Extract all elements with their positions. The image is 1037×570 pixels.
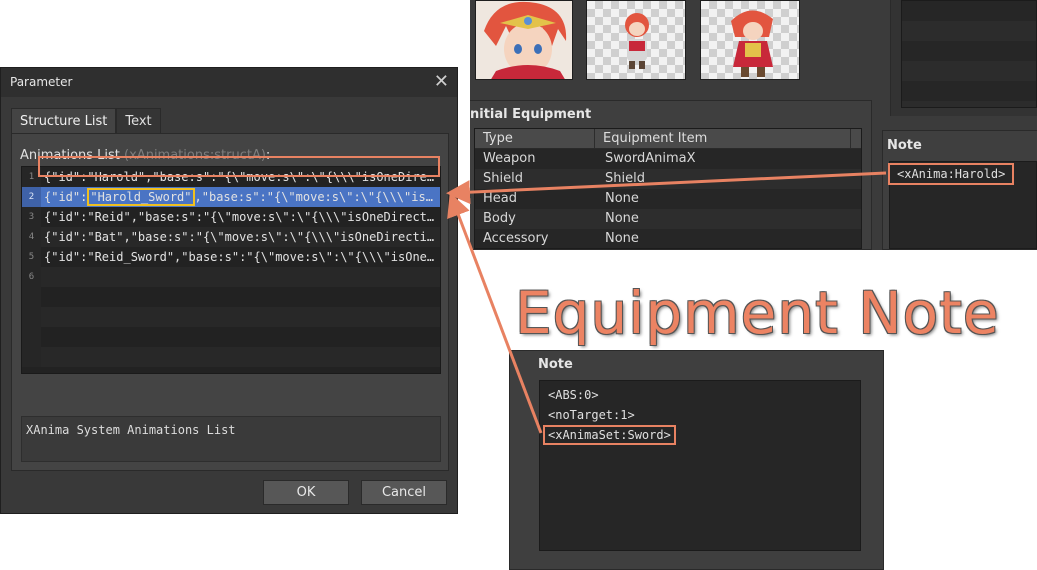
traits-list <box>890 0 1037 116</box>
code-line[interactable]: 1 {"id":"Harold","base:s":"{\"move:s\":\"… <box>22 167 440 187</box>
line-number: 4 <box>22 227 41 247</box>
code-line[interactable]: 5 {"id":"Reid_Sword","base:s":"{\"move:s\… <box>22 247 440 267</box>
column-header-equipment-item[interactable]: Equipment Item <box>595 129 851 148</box>
actor-note-title: Note <box>887 138 922 153</box>
equipment-item-cell: Shield <box>605 171 645 186</box>
line-number: 5 <box>22 247 41 267</box>
close-icon[interactable]: ✕ <box>434 71 449 92</box>
equipment-table-header: Type Equipment Item <box>475 129 861 149</box>
line-number: 1 <box>22 167 41 187</box>
list-label-colon: : <box>265 148 271 163</box>
line-gutter <box>22 307 41 327</box>
equipment-row[interactable]: Body None <box>475 209 861 229</box>
note-line: <noTarget:1> <box>548 408 635 422</box>
tab-structure-list[interactable]: Structure List <box>11 108 117 133</box>
column-header-type[interactable]: Type <box>475 129 595 148</box>
actor-note-tag: <xAnima:Harold> <box>888 163 1015 185</box>
equipment-note-textarea[interactable]: <ABS:0> <noTarget:1> <xAnimaSet:Sword> <box>539 380 861 551</box>
battler-sprite-image[interactable] <box>700 0 800 80</box>
equipment-note-group: Note <ABS:0> <noTarget:1> <xAnimaSet:Swo… <box>509 350 884 570</box>
tab-panel: Animations List (xAnimations:structA): 1… <box>11 133 449 471</box>
code-line-empty[interactable] <box>22 347 440 367</box>
character-sprite-image[interactable] <box>586 0 686 80</box>
code-line[interactable]: 4 {"id":"Bat","base:s":"{\"move:s\":\"{\\… <box>22 227 440 247</box>
line-number: 2 <box>22 187 41 207</box>
equipment-row[interactable]: Accessory None <box>475 229 861 249</box>
code-suffix: ,"base:s":"{\"move:s\":\"{\\\"isOn… <box>194 190 436 204</box>
code-line-empty[interactable] <box>22 307 440 327</box>
list-label-hint: (xAnimations:structA) <box>124 148 266 163</box>
line-number: 6 <box>22 267 41 287</box>
animation-id-highlight: "Harold_Sword" <box>87 188 195 206</box>
code-line[interactable]: 6 <box>22 267 440 287</box>
code-line-selected[interactable]: 2 {"id": "Harold_Sword" ,"base:s":"{\"move:… <box>22 187 440 207</box>
equipment-type-cell: Head <box>483 191 517 206</box>
equipment-row[interactable]: Weapon SwordAnimaX <box>475 149 861 169</box>
equipment-item-cell: SwordAnimaX <box>605 151 696 166</box>
equipment-type-cell: Weapon <box>483 151 536 166</box>
code-text: {"id":"Reid","base:s":"{\"move:s\":\"{\\… <box>44 210 436 224</box>
equipment-item-cell: None <box>605 191 639 206</box>
structure-list-editor[interactable]: 1 {"id":"Harold","base:s":"{\"move:s\":\"… <box>21 166 441 374</box>
code-text: {"id": "Harold_Sword" ,"base:s":"{\"move:s… <box>44 187 436 207</box>
code-text: {"id":"Bat","base:s":"{\"move:s\":\"{\\\… <box>44 230 436 244</box>
tab-bar: Structure List Text <box>11 108 161 133</box>
equipment-note-caption: Equipment Note <box>515 279 1000 347</box>
code-line-empty[interactable] <box>22 287 440 307</box>
ok-button[interactable]: OK <box>263 480 349 505</box>
cancel-button[interactable]: Cancel <box>361 480 447 505</box>
xanimaset-tag: <xAnimaSet:Sword> <box>543 425 676 445</box>
equipment-type-cell: Shield <box>483 171 523 186</box>
line-gutter <box>22 287 41 307</box>
code-text: {"id":"Reid_Sword","base:s":"{\"move:s\"… <box>44 250 436 264</box>
tab-text[interactable]: Text <box>116 108 161 133</box>
database-editor-panel: nitial Equipment Type Equipment Item Wea… <box>470 0 1037 250</box>
equipment-item-cell: None <box>605 231 639 246</box>
line-gutter <box>22 327 41 347</box>
code-line[interactable]: 3 {"id":"Reid","base:s":"{\"move:s\":\"{\… <box>22 207 440 227</box>
note-line-highlighted: <xAnimaSet:Sword> <box>543 425 852 445</box>
equipment-table[interactable]: Type Equipment Item Weapon SwordAnimaX Shi… <box>474 128 862 249</box>
description-box: XAnima System Animations List <box>21 416 441 462</box>
line-gutter <box>22 347 41 367</box>
code-text: {"id":"Harold","base:s":"{\"move:s\":\"{… <box>44 170 436 184</box>
code-prefix: {"id": <box>44 190 88 204</box>
dialog-titlebar[interactable]: Parameter ✕ <box>1 68 457 97</box>
dialog-title: Parameter <box>10 75 73 89</box>
parameter-dialog: Parameter ✕ Structure List Text Animatio… <box>0 67 458 514</box>
actor-face-image[interactable] <box>475 0 573 80</box>
equipment-row[interactable]: Head None <box>475 189 861 209</box>
list-label-text: Animations List <box>20 148 120 163</box>
equipment-type-cell: Accessory <box>483 231 549 246</box>
code-line-empty[interactable] <box>22 327 440 347</box>
note-line: <ABS:0> <box>548 388 599 402</box>
equipment-item-cell: None <box>605 211 639 226</box>
equipment-note-title: Note <box>538 357 573 372</box>
list-label: Animations List (xAnimations:structA): <box>20 148 270 163</box>
equipment-row[interactable]: Shield Shield <box>475 169 861 189</box>
equipment-type-cell: Body <box>483 211 516 226</box>
actor-note-group: Note <xAnima:Harold> <box>882 130 1037 250</box>
initial-equipment-group: nitial Equipment Type Equipment Item Wea… <box>470 100 872 250</box>
line-number: 3 <box>22 207 41 227</box>
initial-equipment-title: nitial Equipment <box>470 107 592 122</box>
